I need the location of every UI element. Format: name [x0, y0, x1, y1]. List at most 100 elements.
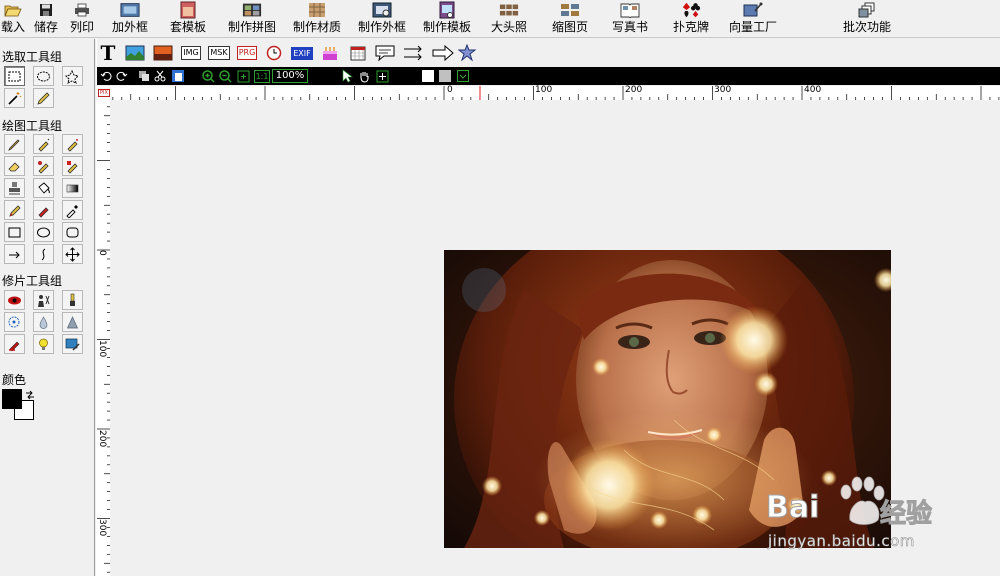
fill-bucket-tool[interactable] [33, 178, 54, 198]
speech-bubble-button[interactable] [373, 43, 397, 63]
insert-photo-button[interactable] [152, 43, 174, 63]
clock-button[interactable] [264, 43, 284, 63]
blemish-removal-tool[interactable] [4, 312, 25, 332]
arrow-shape-button[interactable] [431, 43, 455, 63]
highlight-tool[interactable] [33, 334, 54, 354]
sunset-photo-icon [153, 45, 173, 61]
foreground-color-swatch[interactable] [2, 389, 22, 409]
make-collage-button[interactable]: 制作拼图 [226, 0, 278, 36]
undo-button[interactable] [99, 69, 113, 83]
cutout-tool[interactable] [33, 290, 54, 310]
pencil-icon [8, 138, 20, 151]
fit-window-button[interactable] [236, 69, 250, 83]
image-toolbar: 1:1 100% [97, 67, 1000, 85]
poker-cards-button[interactable]: 扑克牌 [671, 0, 711, 36]
clone-stamp-tool[interactable] [4, 178, 25, 198]
bg-dropdown-button[interactable] [456, 69, 470, 83]
make-template-button[interactable]: 制作模板 [421, 0, 473, 36]
thumbnail-page-button[interactable]: 缩图页 [550, 0, 590, 36]
photo-editor-window: 载入 储存 列印 加外框 套模板 制作拼图 制作材质 制作外框 制作模板 大头照… [0, 0, 1000, 576]
ruler-corner[interactable]: PIX [97, 86, 110, 100]
rounded-rect-shape-tool[interactable] [62, 222, 83, 242]
batch-function-button[interactable]: 批次功能 [841, 0, 893, 36]
printer-icon [72, 1, 92, 19]
cutout-icon [38, 294, 50, 307]
smudge-tool[interactable] [33, 156, 54, 176]
ellipse-shape-tool[interactable] [33, 222, 54, 242]
prg-layer-button[interactable]: PRG [236, 43, 258, 63]
lipstick-tool[interactable] [4, 334, 25, 354]
zoom-level-field[interactable]: 100% [272, 69, 308, 83]
insert-image-button[interactable] [124, 43, 146, 63]
gray-bg-swatch[interactable] [438, 69, 452, 83]
color-replace-tool[interactable] [62, 156, 83, 176]
eraser-tool[interactable] [4, 156, 25, 176]
crop-select-button[interactable] [375, 69, 389, 83]
select-brush-tool[interactable] [33, 88, 54, 108]
img-layer-button[interactable]: IMG [180, 43, 202, 63]
gradient-icon [66, 184, 79, 192]
brightness-brush-tool[interactable] [62, 290, 83, 310]
make-frame-button[interactable]: 制作外框 [356, 0, 408, 36]
magic-wand-tool[interactable] [4, 88, 25, 108]
pencil-tool[interactable] [4, 134, 25, 154]
spray-tool[interactable] [62, 134, 83, 154]
text-tool-button[interactable]: T [99, 43, 117, 63]
curve-icon [41, 248, 46, 260]
cut-button[interactable] [153, 69, 167, 83]
brush-tool[interactable] [33, 134, 54, 154]
eyedropper-tool[interactable] [62, 200, 83, 220]
paste-button[interactable] [170, 69, 186, 83]
lasso-select-tool[interactable] [62, 66, 83, 86]
print-button[interactable]: 列印 [68, 0, 96, 36]
actual-size-button[interactable]: 1:1 [253, 69, 271, 83]
color-replace-icon [67, 160, 78, 174]
rect-select-tool[interactable] [4, 66, 25, 86]
add-frame-button[interactable]: 加外框 [110, 0, 150, 36]
marker-tool[interactable] [33, 200, 54, 220]
cake-icon [323, 47, 337, 60]
photo-book-button[interactable]: 写真书 [610, 0, 650, 36]
zoom-out-button[interactable] [218, 69, 232, 83]
pointer-button[interactable] [340, 69, 354, 83]
actual-size-label: 1:1 [253, 69, 271, 83]
red-eye-tool[interactable] [4, 290, 25, 310]
zoom-in-button[interactable] [201, 69, 215, 83]
ellipse-select-tool[interactable] [33, 66, 54, 86]
msk-layer-button[interactable]: MSK [208, 43, 230, 63]
gradient-tool[interactable] [62, 178, 83, 198]
save-button[interactable]: 储存 [34, 0, 58, 36]
clone-stamp-icon [9, 181, 20, 195]
id-photo-button[interactable]: 大头照 [488, 0, 530, 36]
make-frame-icon [372, 1, 392, 19]
star-shape-button[interactable] [457, 43, 481, 63]
fit-window-icon [237, 70, 249, 82]
line-arrow-tool[interactable] [4, 244, 25, 264]
rounded-rect-shape-icon [66, 227, 79, 237]
hand-pan-button[interactable] [357, 69, 371, 83]
photo-fix-tool[interactable] [62, 334, 83, 354]
watermark-brand-cn: 经验 [879, 499, 933, 530]
rectangle-shape-tool[interactable] [4, 222, 25, 242]
copy-button[interactable] [137, 69, 151, 83]
blur-drop-tool[interactable] [33, 312, 54, 332]
red-pencil-tool[interactable] [4, 200, 25, 220]
ruler-h-label-100: 100 [535, 85, 553, 95]
poker-cards-icon [681, 1, 701, 19]
white-bg-swatch[interactable] [421, 69, 435, 83]
apply-template-button[interactable]: 套模板 [168, 0, 208, 36]
calendar-button[interactable] [348, 43, 368, 63]
lines-arrows-button[interactable] [402, 43, 426, 63]
exif-button[interactable]: EXIF [290, 43, 314, 63]
redo-button[interactable] [115, 69, 129, 83]
load-button[interactable]: 载入 [1, 0, 25, 36]
curve-tool[interactable] [33, 244, 54, 264]
swap-colors-icon[interactable] [25, 389, 35, 400]
vector-factory-button[interactable]: 向量工厂 [727, 0, 779, 36]
make-texture-button[interactable]: 制作材质 [291, 0, 343, 36]
crop-select-icon [376, 70, 388, 82]
move-tool[interactable] [62, 244, 83, 264]
sharpen-tool[interactable] [62, 312, 83, 332]
move-icon [65, 246, 80, 262]
cake-button[interactable] [320, 43, 340, 63]
